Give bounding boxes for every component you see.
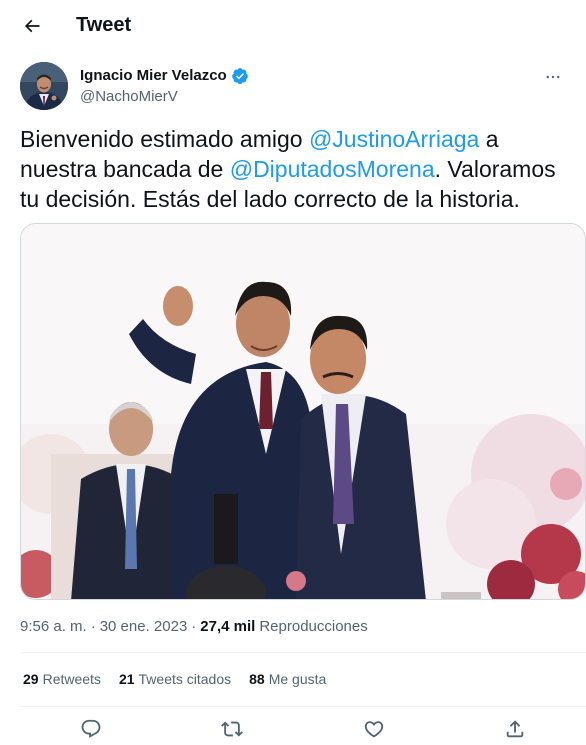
tweet-time[interactable]: 9:56 a. m. [20, 616, 87, 638]
share-button[interactable] [502, 716, 528, 742]
divider [20, 652, 586, 653]
mention-link[interactable]: @DiputadosMorena [230, 156, 435, 182]
more-options-button[interactable] [540, 64, 566, 90]
tweet-text: Bienvenido estimado amigo @JustinoArriag… [20, 124, 570, 214]
more-icon [546, 75, 560, 79]
quotes-label: Tweets citados [138, 671, 232, 687]
quotes-count: 21 [118, 671, 135, 687]
page-title: Tweet [76, 14, 132, 36]
tweet-date[interactable]: 30 ene. 2023 [100, 616, 188, 638]
tweet-author: Ignacio Mier Velazco @NachoMierV [20, 62, 566, 114]
likes-stat[interactable]: 88 Me gusta [249, 668, 326, 690]
separator: · [90, 618, 96, 635]
tweet-meta: 9:56 a. m. · 30 ene. 2023 · 27,4 mil Rep… [20, 616, 368, 638]
tweet-actions [20, 712, 566, 745]
divider [20, 706, 586, 707]
verified-badge-icon [231, 68, 248, 84]
avatar[interactable] [20, 62, 68, 110]
retweet-button[interactable] [219, 716, 245, 742]
like-button[interactable] [361, 716, 387, 742]
views-count: 27,4 mil [200, 618, 256, 635]
quotes-stat[interactable]: 21 Tweets citados [119, 668, 231, 690]
retweets-stat[interactable]: 29 Retweets [23, 668, 101, 690]
retweet-icon [221, 721, 243, 737]
author-name[interactable]: Ignacio Mier Velazco [80, 66, 227, 86]
likes-label: Me gusta [268, 671, 327, 687]
reply-icon [81, 719, 101, 738]
tweet-text-part: Bienvenido estimado amigo [20, 126, 309, 152]
likes-count: 88 [249, 671, 265, 687]
back-button[interactable] [14, 8, 50, 44]
retweets-count: 29 [23, 671, 39, 687]
author-handle[interactable]: @NachoMierV [80, 87, 178, 107]
views-label: Reproducciones [259, 618, 368, 635]
tweet-photo[interactable] [20, 223, 586, 600]
tweet-header: Tweet [0, 0, 586, 52]
retweets-label: Retweets [42, 671, 101, 687]
photo-image [21, 224, 585, 599]
separator: · [191, 618, 197, 635]
share-icon [506, 720, 524, 738]
tweet-stats: 29 Retweets 21 Tweets citados 88 Me gusta [23, 668, 326, 690]
arrow-left-icon [24, 19, 40, 33]
reply-button[interactable] [78, 716, 104, 742]
mention-link[interactable]: @JustinoArriaga [309, 126, 479, 152]
heart-icon [364, 721, 384, 738]
